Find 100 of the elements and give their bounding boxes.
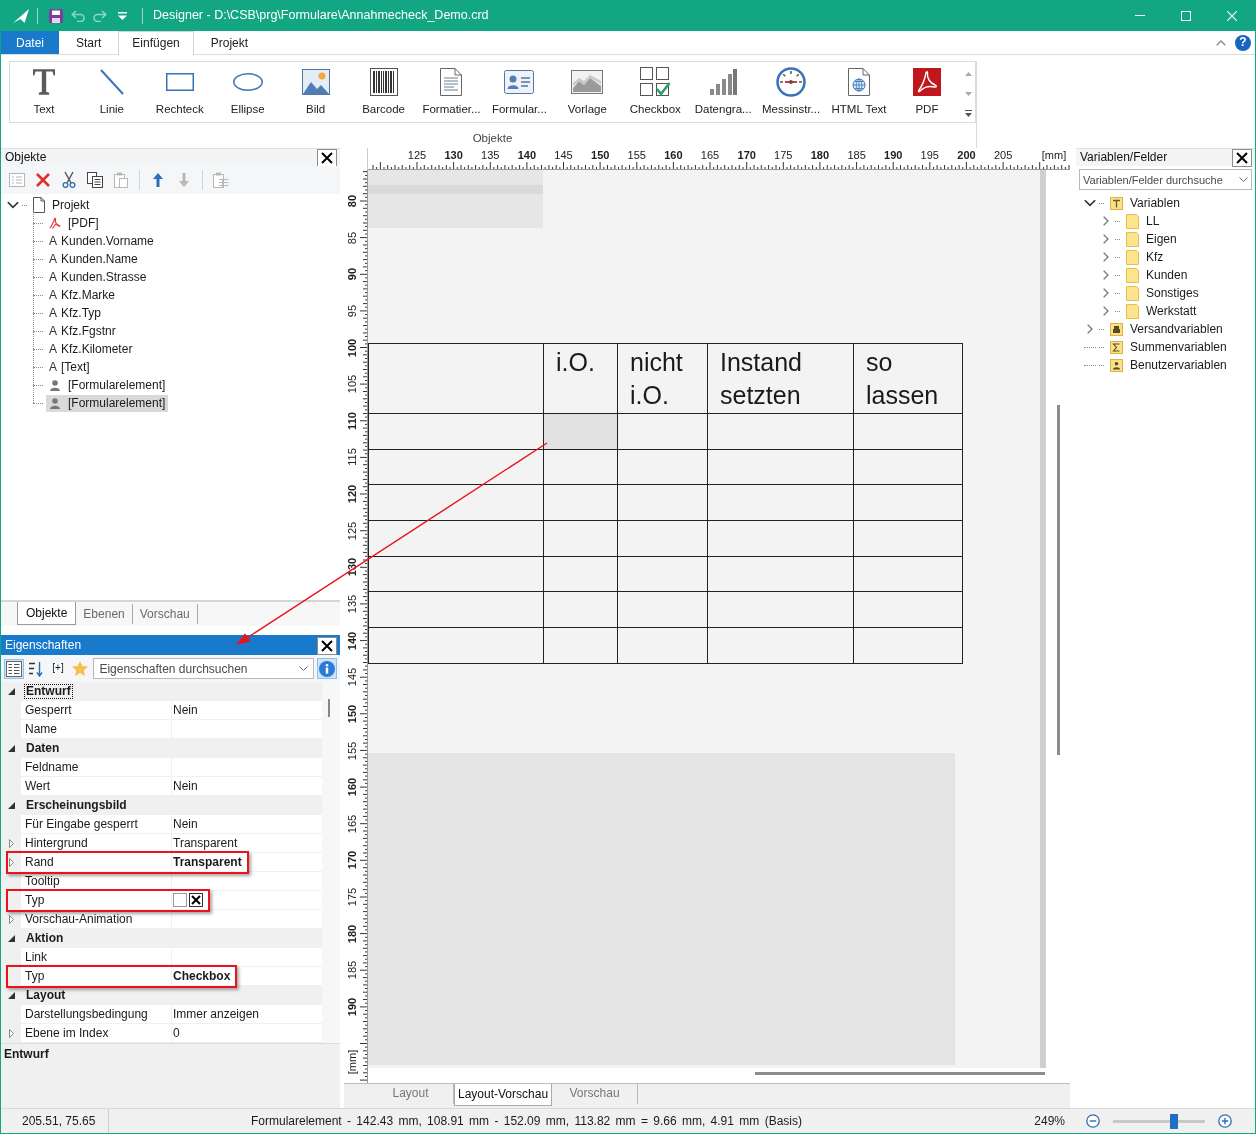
table-cell[interactable]	[707, 591, 854, 628]
chevron-right-icon[interactable]	[1103, 234, 1109, 244]
property-value[interactable]: Transparent	[173, 854, 242, 870]
table-cell[interactable]	[368, 484, 544, 521]
tree-item[interactable]: Summenvariablen	[1107, 338, 1230, 356]
collapse-triangle-icon[interactable]	[7, 992, 15, 999]
table-cell[interactable]	[853, 484, 963, 521]
category-label[interactable]: Erscheinungsbild	[24, 797, 129, 814]
ribbon-tab[interactable]: Start	[62, 31, 116, 54]
file-menu-button[interactable]: Datei	[1, 31, 59, 54]
tree-item[interactable]: [Formularelement]	[46, 394, 169, 412]
ribbon-button[interactable]: Vorlage	[553, 62, 622, 122]
expand-triangle-icon[interactable]	[8, 1029, 14, 1038]
tree-item[interactable]: Kunden.Vorname	[58, 232, 157, 250]
chevron-right-icon[interactable]	[1103, 288, 1109, 298]
table-cell[interactable]	[368, 520, 544, 557]
chevron-down-icon[interactable]	[1084, 197, 1096, 209]
tree-item[interactable]: Kunden.Strasse	[58, 268, 150, 286]
more-button[interactable]	[962, 107, 974, 119]
property-value[interactable]: Checkbox	[173, 968, 231, 984]
tree-item[interactable]: Versandvariablen	[1107, 320, 1226, 338]
property-value[interactable]: Nein	[173, 702, 198, 718]
table-cell[interactable]	[707, 449, 854, 485]
chevron-right-icon[interactable]	[1087, 324, 1093, 334]
tree-item[interactable]: Eigen	[1123, 230, 1180, 248]
close-button[interactable]	[1232, 148, 1252, 167]
tree-item[interactable]: Kfz.Kilometer	[58, 340, 136, 358]
tree-item[interactable]: Projekt	[30, 196, 93, 214]
tree-item[interactable]: Kfz	[1123, 248, 1167, 266]
ribbon-button[interactable]: PDF	[893, 62, 961, 122]
slider-thumb[interactable]	[1170, 1113, 1179, 1129]
table-cell[interactable]	[543, 520, 618, 557]
table-cell[interactable]	[707, 556, 854, 592]
close-button[interactable]	[317, 148, 337, 167]
ribbon-tab[interactable]: Projekt	[196, 31, 263, 54]
vertical-scrollbar[interactable]	[1057, 405, 1060, 755]
expand-triangle-icon[interactable]	[8, 858, 14, 867]
zoom-out-button[interactable]	[1085, 1113, 1101, 1129]
ribbon-button[interactable]: Messinstr...	[757, 62, 826, 122]
property-row[interactable]: Darstellungsbedingung Immer anzeigen	[1, 1005, 322, 1024]
property-row[interactable]: Für Eingabe gesperrt Nein	[1, 815, 322, 834]
tree-item[interactable]: Kfz.Typ	[58, 304, 105, 322]
collapse-triangle-icon[interactable]	[7, 745, 15, 752]
table-cell[interactable]	[617, 556, 708, 592]
collapse-triangle-icon[interactable]	[7, 935, 15, 942]
table-cell[interactable]	[543, 556, 618, 592]
table-cell[interactable]	[853, 627, 963, 664]
chevron-right-icon[interactable]	[1103, 252, 1109, 262]
tree-item[interactable]: [Text]	[58, 358, 93, 376]
help-button[interactable]: ?	[1235, 34, 1251, 51]
table-cell[interactable]	[853, 556, 963, 592]
tree-item[interactable]: Kunden	[1123, 266, 1191, 284]
table-cell[interactable]	[707, 484, 854, 521]
category-label[interactable]: Aktion	[24, 930, 66, 947]
tree-item[interactable]: Werkstatt	[1123, 302, 1200, 320]
category-label[interactable]: Layout	[24, 987, 68, 1004]
table-cell[interactable]	[368, 556, 544, 592]
view-tab[interactable]: Layout-Vorschau	[454, 1084, 553, 1106]
ribbon-button[interactable]: Datengra...	[689, 62, 758, 122]
tree-item[interactable]: Kfz.Fgstnr	[58, 322, 119, 340]
table-cell[interactable]	[707, 627, 854, 664]
table-cell[interactable]	[543, 484, 618, 521]
table-cell[interactable]	[707, 413, 854, 450]
category-label[interactable]: Entwurf	[24, 683, 73, 700]
table-cell[interactable]	[368, 591, 544, 628]
caret-down-icon[interactable]	[1239, 177, 1248, 182]
tree-item[interactable]: Benutzervariablen	[1107, 356, 1230, 374]
property-row[interactable]: Tooltip	[1, 872, 322, 891]
table-cell[interactable]	[707, 520, 854, 557]
property-value[interactable]: 0	[173, 1025, 180, 1041]
variable-search-field[interactable]: Variablen/Felder durchsuche	[1079, 169, 1252, 190]
property-search-field[interactable]: Eigenschaften durchsuchen	[93, 658, 315, 679]
property-value[interactable]: Immer anzeigen	[173, 1006, 260, 1022]
table-cell[interactable]	[617, 484, 708, 521]
view-tab[interactable]: Vorschau	[552, 1084, 639, 1104]
collapse-triangle-icon[interactable]	[7, 688, 15, 695]
table-cell[interactable]	[617, 413, 708, 450]
chevron-right-icon[interactable]	[1103, 216, 1109, 226]
table-cell[interactable]	[617, 627, 708, 664]
property-row[interactable]: Feldname	[1, 758, 322, 777]
table-cell[interactable]	[368, 413, 544, 450]
chevron-right-icon[interactable]	[1103, 270, 1109, 280]
table-cell[interactable]	[617, 520, 708, 557]
tree-item[interactable]: [Formularelement]	[46, 376, 169, 394]
expand-triangle-icon[interactable]	[8, 915, 14, 924]
panel-tab[interactable]: Objekte	[17, 602, 77, 625]
table-cell[interactable]	[853, 520, 963, 557]
panel-tab[interactable]: Ebenen	[76, 604, 133, 624]
ribbon-button[interactable]: Linie	[77, 62, 146, 122]
ribbon-tab[interactable]: Einfügen	[118, 31, 194, 55]
table-cell[interactable]	[543, 449, 618, 485]
ribbon-button[interactable]: Barcode	[349, 62, 418, 122]
property-row[interactable]: Rand Transparent	[1, 853, 322, 872]
ribbon-button[interactable]: HTML Text	[825, 62, 893, 122]
info-button[interactable]	[317, 658, 337, 679]
ribbon-button[interactable]: Bild	[281, 62, 350, 122]
tree-item[interactable]: Kunden.Name	[58, 250, 141, 268]
table-cell[interactable]	[368, 627, 544, 664]
horizontal-scrollbar[interactable]	[755, 1072, 1045, 1075]
scrollbar-thumb[interactable]	[328, 699, 330, 717]
